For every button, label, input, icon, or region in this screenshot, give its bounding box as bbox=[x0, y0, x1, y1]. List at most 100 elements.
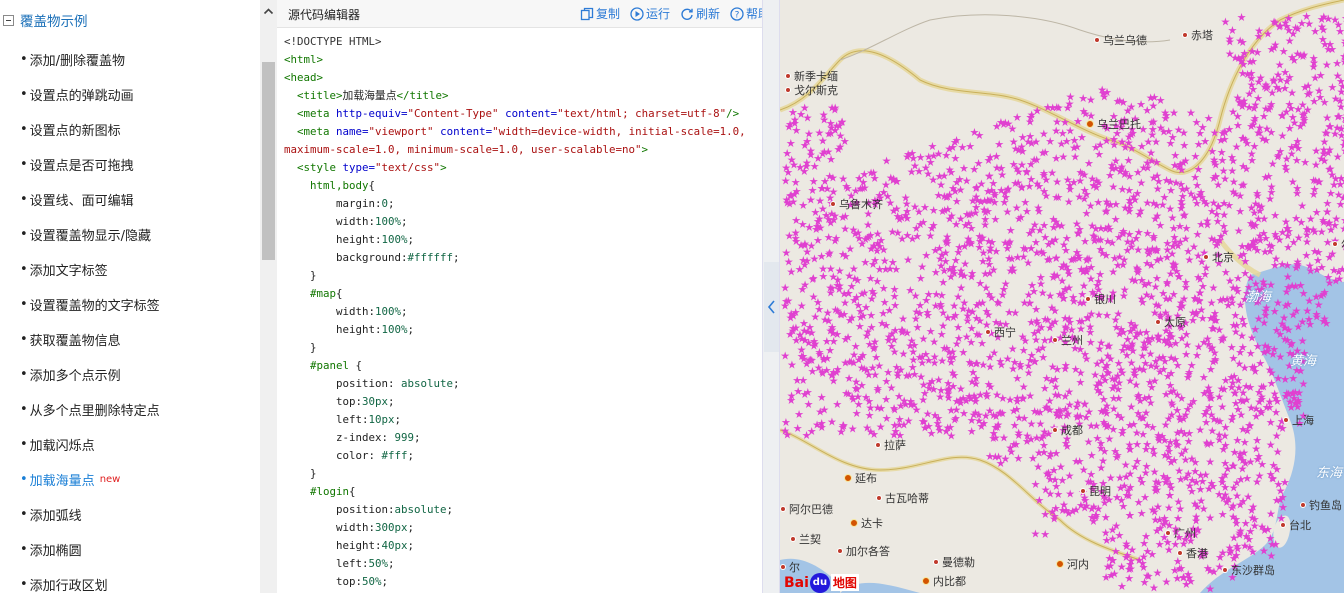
sidebar-item[interactable]: • 设置点是否可拖拽 bbox=[0, 147, 260, 182]
city-marker-icon bbox=[1182, 32, 1188, 38]
mass-point-star: ★ bbox=[826, 217, 836, 230]
mass-point-star: ★ bbox=[787, 154, 797, 167]
sidebar-item[interactable]: • 添加多个点示例 bbox=[0, 357, 260, 392]
scroll-up-arrow-icon[interactable] bbox=[263, 6, 274, 17]
map-city-label[interactable]: 乌兰巴托 bbox=[1086, 116, 1141, 132]
sidebar-item-label: 添加行政区划 bbox=[29, 579, 108, 593]
map-city-label[interactable]: 太原 bbox=[1155, 314, 1186, 330]
sidebar-item[interactable]: • 添加行政区划 bbox=[0, 567, 260, 593]
mass-point-star: ★ bbox=[937, 328, 947, 341]
map-preview[interactable]: ★ ★ ★ ★ ★ ★ ★ ★ ★ ★ ★ ★ ★ ★ ★ ★ ★ ★ ★ ★ ★ ★ ★ ★ ★ ★ ★ ★ ★ ★ ★ ★ ★ ★ ★ ★ ★ ★ ★ ★… bbox=[780, 0, 1344, 593]
collapse-icon[interactable] bbox=[3, 14, 14, 26]
sidebar-item[interactable]: • 添加/删除覆盖物 bbox=[0, 42, 260, 77]
map-city-label[interactable]: 赤塔 bbox=[1182, 27, 1213, 43]
code-token: 50% bbox=[368, 557, 389, 570]
mass-point-star: ★ bbox=[972, 181, 982, 194]
code-token: 30px bbox=[362, 395, 389, 408]
map-city-label[interactable]: 台北 bbox=[1280, 517, 1311, 533]
mass-point-star: ★ bbox=[980, 268, 990, 281]
sidebar-scrollbar[interactable] bbox=[260, 0, 277, 593]
map-city-label[interactable]: 达卡 bbox=[850, 515, 883, 531]
code-line: <head> bbox=[284, 69, 762, 87]
sidebar-item[interactable]: • 设置覆盖物的文字标签 bbox=[0, 287, 260, 322]
sidebar-item[interactable]: • 加载闪烁点 bbox=[0, 427, 260, 462]
map-city-label[interactable]: 西宁 bbox=[985, 324, 1016, 340]
map-city-label[interactable]: 香港 bbox=[1177, 545, 1208, 561]
collapse-editor-handle[interactable] bbox=[764, 262, 779, 352]
copy-button[interactable]: 复制 bbox=[580, 5, 620, 22]
mass-point-star: ★ bbox=[1134, 226, 1144, 239]
example-sidebar: 覆盖物示例 • 添加/删除覆盖物 • 设置点的弹跳动画 • 设置点的新图标 • 设置点是否可拖… bbox=[0, 0, 277, 593]
sidebar-scrollbar-thumb[interactable] bbox=[262, 62, 275, 260]
sidebar-item-label: 设置点的新图标 bbox=[29, 124, 121, 139]
map-city-label[interactable]: 尔 bbox=[1332, 236, 1344, 252]
map-city-label[interactable]: 兰契 bbox=[790, 531, 821, 547]
mass-point-star: ★ bbox=[1227, 165, 1237, 178]
code-token: ; bbox=[381, 575, 389, 588]
code-token: ; bbox=[394, 413, 402, 426]
sidebar-item[interactable]: • 获取覆盖物信息 bbox=[0, 322, 260, 357]
run-button[interactable]: 运行 bbox=[630, 5, 670, 22]
sidebar-group-header[interactable]: 覆盖物示例 bbox=[0, 8, 88, 32]
sidebar-item[interactable]: • 设置线、面可编辑 bbox=[0, 182, 260, 217]
copy-label: 复制 bbox=[595, 7, 620, 21]
code-token: ; bbox=[401, 305, 408, 318]
sidebar-group-title[interactable]: 覆盖物示例 bbox=[20, 10, 88, 30]
map-city-label[interactable]: 内比都 bbox=[922, 573, 966, 589]
sidebar-item[interactable]: • 设置点的新图标 bbox=[0, 112, 260, 147]
mass-point-star: ★ bbox=[1127, 273, 1137, 286]
mass-point-star: ★ bbox=[1051, 389, 1061, 402]
sidebar-item[interactable]: • 添加文字标签 bbox=[0, 252, 260, 287]
sidebar-item[interactable]: • 设置点的弹跳动画 bbox=[0, 77, 260, 112]
mass-point-star: ★ bbox=[809, 291, 819, 304]
code-line: position: absolute; bbox=[284, 375, 762, 393]
sidebar-item[interactable]: • 加载海量点 new bbox=[0, 462, 260, 497]
sidebar-item[interactable]: • 添加椭圆 bbox=[0, 532, 260, 567]
map-city-label[interactable]: 曼德勒 bbox=[933, 554, 975, 570]
sidebar-item[interactable]: • 添加弧线 bbox=[0, 497, 260, 532]
mass-point-star: ★ bbox=[860, 287, 870, 300]
map-city-label[interactable]: 乌鲁木齐 bbox=[830, 196, 883, 212]
sidebar-item[interactable]: • 从多个点里删除特定点 bbox=[0, 392, 260, 427]
mass-point-star: ★ bbox=[1191, 150, 1201, 163]
map-city-label[interactable]: 昆明 bbox=[1080, 483, 1111, 499]
bullet-icon: • bbox=[20, 402, 28, 417]
map-city-label[interactable]: 古瓦哈蒂 bbox=[876, 490, 929, 506]
map-city-label[interactable]: 钓鱼岛 bbox=[1300, 497, 1342, 513]
mass-point-star: ★ bbox=[1025, 130, 1035, 143]
mass-point-star: ★ bbox=[1285, 71, 1295, 84]
mass-point-star: ★ bbox=[1101, 222, 1111, 235]
mass-point-star: ★ bbox=[819, 113, 829, 126]
mass-point-star: ★ bbox=[863, 325, 873, 338]
mass-point-star: ★ bbox=[800, 139, 810, 152]
map-city-label[interactable]: 上海 bbox=[1283, 412, 1314, 428]
mass-point-star: ★ bbox=[1037, 246, 1047, 259]
mass-point-star: ★ bbox=[997, 169, 1007, 182]
map-city-label[interactable]: 延布 bbox=[844, 470, 877, 486]
mass-point-star: ★ bbox=[1320, 312, 1330, 325]
map-city-label[interactable]: 拉萨 bbox=[875, 437, 906, 453]
map-city-label[interactable]: 广州 bbox=[1165, 525, 1196, 541]
map-city-label[interactable]: 银川 bbox=[1085, 291, 1116, 307]
map-city-label[interactable]: 兰州 bbox=[1052, 332, 1083, 348]
mass-point-star: ★ bbox=[1300, 156, 1310, 169]
map-city-label[interactable]: 北京 bbox=[1203, 249, 1234, 265]
mass-point-star: ★ bbox=[815, 346, 825, 359]
map-city-label[interactable]: 戈尔斯克 bbox=[785, 82, 838, 98]
map-city-label[interactable]: 河内 bbox=[1056, 556, 1089, 572]
map-city-label[interactable]: 东沙群岛 bbox=[1222, 562, 1275, 578]
mass-point-star: ★ bbox=[1101, 527, 1111, 540]
baidu-map-logo[interactable]: Bai du 地图 bbox=[784, 572, 859, 593]
map-city-label[interactable]: 阿尔巴德 bbox=[780, 501, 833, 517]
sidebar-item[interactable]: • 设置覆盖物显示/隐藏 bbox=[0, 217, 260, 252]
code-text-area[interactable]: <!DOCTYPE HTML> <html> <head> <title>加载海量点… bbox=[277, 29, 762, 593]
map-city-label[interactable]: 乌兰乌德 bbox=[1094, 32, 1147, 48]
map-city-label[interactable]: 成都 bbox=[1052, 422, 1083, 438]
panel-divider[interactable] bbox=[762, 0, 780, 593]
city-marker-icon bbox=[780, 564, 786, 570]
refresh-button[interactable]: 刷新 bbox=[680, 5, 720, 22]
map-city-label[interactable]: 加尔各答 bbox=[837, 543, 890, 559]
mass-point-star: ★ bbox=[1159, 363, 1169, 376]
